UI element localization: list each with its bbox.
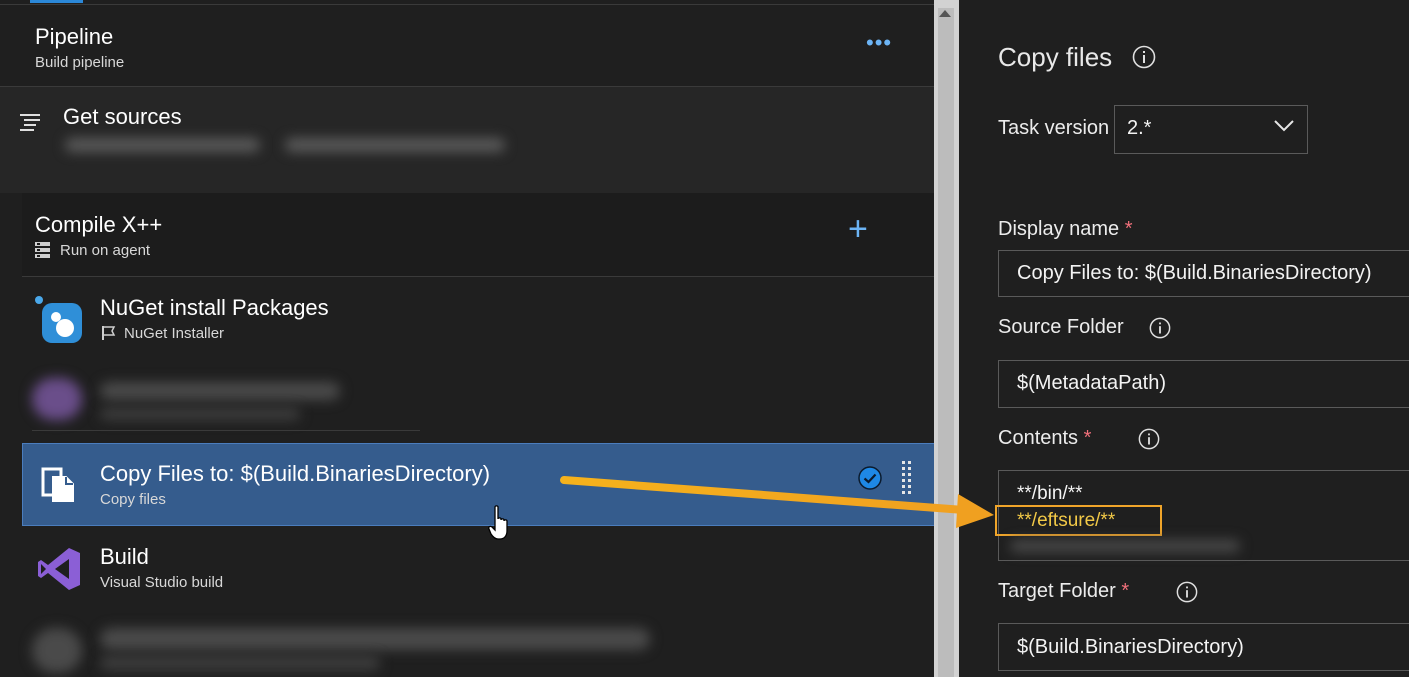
redacted-task-icon (32, 628, 82, 673)
chevron-down-icon[interactable] (1273, 117, 1295, 133)
pipeline-subtitle: Build pipeline (35, 54, 125, 71)
tab-indicator (30, 0, 83, 3)
info-icon[interactable] (1132, 45, 1156, 69)
target-folder-value: $(Build.BinariesDirectory) (1017, 636, 1244, 658)
redacted-area (100, 628, 650, 650)
hand-cursor-icon (488, 505, 508, 540)
flag-icon (102, 326, 116, 340)
scrollbar-thumb[interactable] (938, 8, 954, 677)
visual-studio-icon (38, 548, 80, 590)
contents-label: Contents * (998, 427, 1091, 450)
redacted-area (285, 138, 505, 152)
target-folder-label-text: Target Folder (998, 580, 1116, 602)
redacted-area (1010, 540, 1240, 552)
panel-title: Copy files (998, 42, 1113, 72)
source-folder-label: Source Folder (998, 316, 1124, 338)
required-mark: * (1083, 427, 1092, 449)
task-version-label: Task version (998, 117, 1110, 139)
scroll-up-icon[interactable] (939, 10, 951, 17)
required-mark: * (1124, 218, 1133, 240)
task-subtitle: Visual Studio build (100, 574, 224, 591)
info-icon[interactable] (1138, 428, 1160, 450)
info-icon[interactable] (1149, 317, 1171, 339)
redacted-area (100, 408, 300, 420)
get-sources-title: Get sources (63, 104, 182, 129)
display-name-label: Display name * (998, 218, 1133, 241)
redacted-area (65, 138, 260, 152)
contents-line-1: **/bin/** (1017, 483, 1083, 504)
info-icon[interactable] (1176, 581, 1198, 603)
task-divider (32, 430, 420, 431)
nuget-icon (35, 296, 82, 343)
task-version-value: 2.* (1127, 117, 1152, 139)
pipeline-title[interactable]: Pipeline (35, 24, 113, 50)
display-name-label-text: Display name (998, 218, 1120, 240)
task-title: NuGet install Packages (100, 295, 329, 320)
task-title: Build (100, 544, 149, 569)
redacted-area (100, 656, 380, 670)
contents-label-text: Contents (998, 427, 1079, 449)
checkmark-circle-icon[interactable] (858, 466, 882, 490)
task-subtitle: NuGet Installer (124, 325, 225, 342)
display-name-value: Copy Files to: $(Build.BinariesDirectory… (1017, 262, 1372, 284)
required-mark: * (1121, 580, 1130, 602)
redacted-area (100, 382, 340, 400)
copy-files-icon (41, 467, 74, 502)
contents-line-2: **/eftsure/** (1017, 510, 1116, 531)
add-task-icon[interactable]: + (848, 212, 868, 246)
drag-handle-icon[interactable] (902, 461, 912, 497)
task-subtitle: Copy files (100, 491, 166, 508)
more-options-icon[interactable]: ••• (866, 30, 892, 56)
source-folder-value: $(MetadataPath) (1017, 372, 1166, 394)
agent-job-subtitle: Run on agent (60, 242, 151, 259)
agent-job-title: Compile X++ (35, 212, 163, 237)
sources-list-icon (20, 114, 40, 131)
server-icon (35, 242, 50, 258)
task-row-build[interactable] (22, 526, 934, 606)
top-divider (0, 4, 934, 5)
redacted-task-icon (32, 378, 82, 420)
target-folder-label: Target Folder * (998, 580, 1129, 603)
task-title: Copy Files to: $(Build.BinariesDirectory… (100, 461, 491, 486)
